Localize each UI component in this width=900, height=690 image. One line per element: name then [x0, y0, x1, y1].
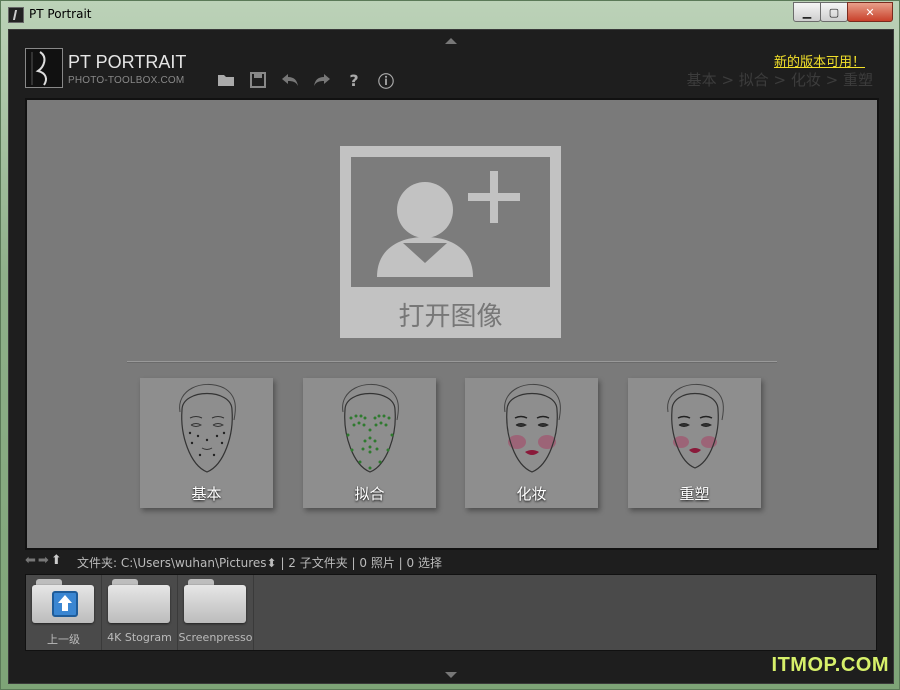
info-icon[interactable]: ⓘ: [375, 70, 397, 91]
folder-item-screenpresso[interactable]: Screenpresso: [178, 575, 254, 650]
folder-icon: [184, 579, 246, 623]
workflow-steps: 基本 > 拟合 > 化妆 > 重塑: [686, 71, 873, 89]
face-fit-icon: [342, 383, 399, 473]
mode-reshape-button[interactable]: 重塑: [628, 378, 761, 508]
window-controls: ▁ ▢ ✕: [793, 2, 893, 22]
open-image-button[interactable]: 打开图像: [340, 146, 561, 338]
parent-folder-icon: [52, 591, 78, 617]
brand-title: PT PORTRAIT: [68, 52, 187, 72]
collapse-bottom-arrow-icon[interactable]: [445, 672, 457, 678]
close-button[interactable]: ✕: [847, 2, 893, 22]
folder-icon: [32, 579, 94, 623]
mode-basic-label: 基本: [191, 485, 222, 503]
window-title: PT Portrait: [29, 7, 92, 21]
redo-icon[interactable]: [311, 70, 333, 90]
workspace: 打开图像 基本 拟合 化妆 重塑: [25, 98, 879, 550]
folder-label: 文件夹:: [77, 556, 118, 570]
maximize-button[interactable]: ▢: [820, 2, 848, 22]
client-area: PT PORTRAIT PHOTO-TOOLBOX.COM ? ⓘ 新的版本可用…: [8, 29, 894, 684]
folder-summary: | 2 子文件夹 | 0 照片 | 0 选择: [280, 556, 442, 570]
toolbar: ? ⓘ: [215, 70, 397, 91]
folder-name: 上一级: [47, 633, 80, 646]
app-logo: [25, 48, 63, 88]
up-arrow-icon[interactable]: ⬆: [51, 553, 62, 568]
face-reshape-icon: [667, 383, 724, 469]
folder-open-icon[interactable]: [215, 70, 237, 90]
app-icon: [8, 7, 24, 23]
collapse-top-arrow-icon[interactable]: [445, 38, 457, 44]
file-browser: 上一级 4K Stogram Screenpresso: [25, 574, 877, 651]
folder-icon: [108, 579, 170, 623]
folder-path-select[interactable]: C:\Users\wuhan\Pictures⬍: [121, 556, 277, 570]
back-arrow-icon[interactable]: ⬅: [25, 553, 36, 568]
forward-arrow-icon[interactable]: ➡: [38, 553, 49, 568]
folder-path-line: 文件夹: C:\Users\wuhan\Pictures⬍ | 2 子文件夹 |…: [77, 554, 442, 571]
title-bar[interactable]: PT Portrait ▁ ▢ ✕: [1, 1, 899, 27]
minimize-button[interactable]: ▁: [793, 2, 821, 22]
face-basic-icon: [179, 383, 236, 473]
mode-makeup-label: 化妆: [516, 485, 547, 503]
folder-item-parent[interactable]: 上一级: [26, 575, 102, 650]
mode-fit-label: 拟合: [354, 485, 385, 503]
mode-makeup-button[interactable]: 化妆: [465, 378, 598, 508]
folder-nav: ⬅ ➡ ⬆: [25, 553, 62, 568]
save-icon[interactable]: [247, 70, 269, 90]
brand-site: PHOTO-TOOLBOX.COM: [68, 75, 185, 86]
mode-basic-button[interactable]: 基本: [140, 378, 273, 508]
path-dropdown-icon: ⬍: [266, 556, 277, 570]
open-image-label: 打开图像: [398, 302, 503, 332]
folder-item-4k-stogram[interactable]: 4K Stogram: [102, 575, 178, 650]
mode-fit-button[interactable]: 拟合: [303, 378, 436, 508]
watermark: ITMOP.COM: [771, 654, 889, 676]
undo-icon[interactable]: [279, 70, 301, 90]
mode-reshape-label: 重塑: [679, 485, 710, 503]
update-available-link[interactable]: 新的版本可用！: [774, 51, 865, 70]
help-icon[interactable]: ?: [343, 70, 365, 90]
divider: [127, 361, 777, 362]
folder-name: Screenpresso: [178, 631, 253, 644]
folder-name: 4K Stogram: [107, 631, 172, 644]
status-bar: ⬅ ➡ ⬆ 文件夹: C:\Users\wuhan\Pictures⬍ | 2 …: [25, 552, 875, 570]
add-photo-icon: [351, 157, 550, 287]
app-window: PT Portrait ▁ ▢ ✕ PT PORTRAIT PHOTO-TOOL…: [0, 0, 900, 690]
face-makeup-icon: [504, 383, 561, 473]
